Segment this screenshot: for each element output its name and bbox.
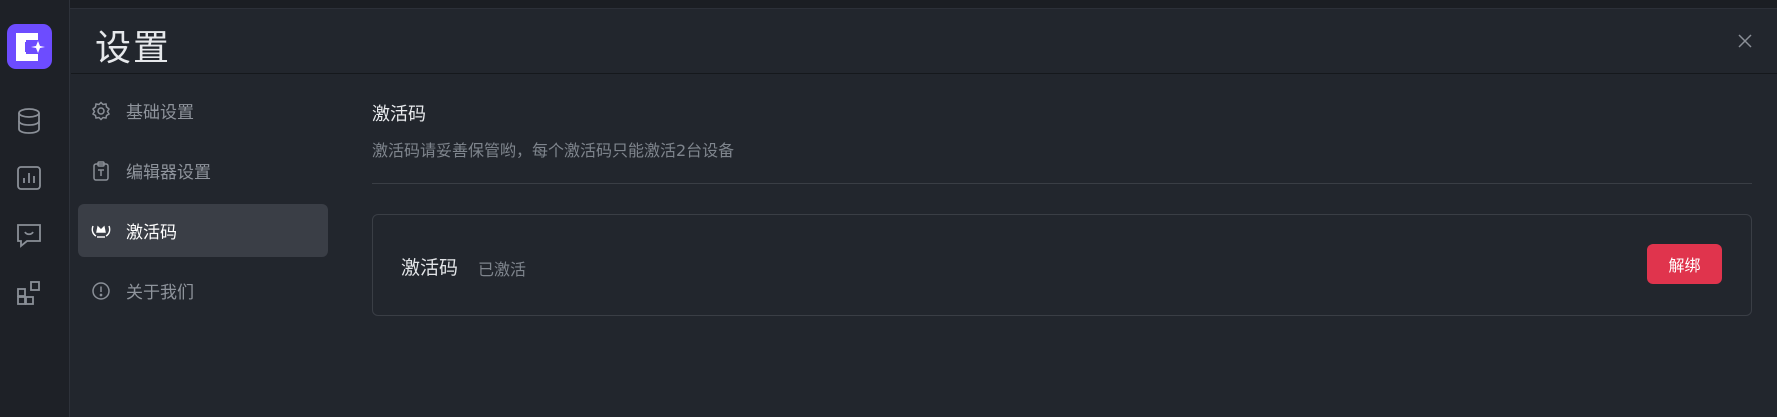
activation-status: 已激活	[478, 260, 527, 279]
menu-item-basic[interactable]: 基础设置	[78, 84, 328, 137]
chat-icon	[17, 224, 41, 248]
menu-item-label: 基础设置	[126, 103, 194, 123]
chart-icon	[17, 166, 41, 190]
apps-icon	[17, 281, 40, 305]
menu-item-editor[interactable]: 编辑器设置	[78, 144, 328, 197]
divider	[372, 183, 1752, 184]
menu-item-activation[interactable]: 激活码	[78, 204, 328, 257]
rail-apps[interactable]	[15, 279, 43, 307]
unbind-button[interactable]: 解绑	[1647, 244, 1722, 284]
menu-item-label: 关于我们	[126, 283, 194, 303]
activation-card: 激活码 已激活 解绑	[372, 214, 1752, 316]
info-circle-icon	[90, 280, 112, 302]
app-logo[interactable]	[7, 24, 52, 69]
close-icon	[1738, 34, 1752, 48]
settings-menu: 基础设置 编辑器设置 激活码 关于我们	[78, 84, 328, 324]
app-rail	[0, 0, 70, 417]
logo-icon	[15, 32, 45, 61]
section-title: 激活码	[372, 104, 426, 125]
menu-item-label: 激活码	[126, 223, 177, 243]
menu-item-about[interactable]: 关于我们	[78, 264, 328, 317]
crown-laurel-icon	[90, 220, 112, 242]
rail-database[interactable]	[15, 107, 43, 135]
gear-icon	[90, 100, 112, 122]
top-strip	[0, 0, 1777, 9]
database-icon	[18, 108, 40, 134]
menu-item-label: 编辑器设置	[126, 163, 211, 183]
rail-chart[interactable]	[15, 164, 43, 192]
clipboard-text-icon	[90, 160, 112, 182]
section-description: 激活码请妥善保管哟，每个激活码只能激活2台设备	[372, 141, 735, 160]
page-title: 设置	[95, 28, 172, 69]
close-button[interactable]	[1733, 29, 1757, 53]
activation-label: 激活码	[401, 257, 459, 279]
settings-header: 设置	[71, 9, 1777, 74]
rail-chat[interactable]	[15, 221, 43, 249]
